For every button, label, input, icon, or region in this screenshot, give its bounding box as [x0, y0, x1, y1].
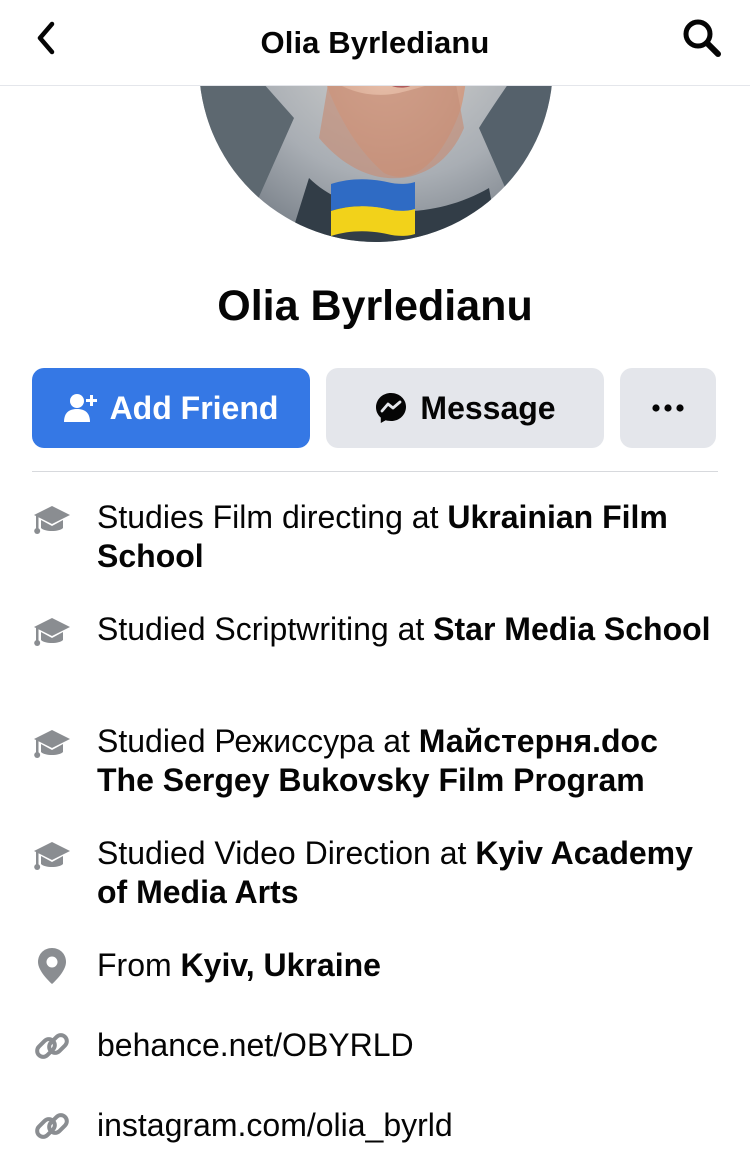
more-options-button[interactable] [620, 368, 716, 448]
hometown-prefix: From [97, 947, 181, 983]
chevron-left-icon [37, 21, 55, 55]
education-text: Studied Режиссура at Майстерня.doc The S… [97, 722, 717, 800]
message-button[interactable]: Message [326, 368, 604, 448]
link-icon [32, 1026, 72, 1066]
link-icon [32, 1106, 72, 1146]
add-person-icon [63, 392, 98, 424]
divider [32, 471, 718, 472]
graduation-cap-icon [32, 836, 72, 876]
education-prefix: Studied Режиссура at [97, 723, 419, 759]
page-title: Olia Byrledianu [260, 24, 490, 60]
profile-name: Olia Byrledianu [217, 282, 533, 330]
education-prefix: Studied Video Direction at [97, 835, 476, 871]
profile-actions: Add Friend Message [32, 368, 718, 448]
graduation-cap-icon [32, 724, 72, 764]
more-dots-icon [652, 404, 684, 412]
website-link[interactable]: behance.net/OBYRLD [97, 1026, 717, 1065]
search-icon [683, 19, 721, 57]
graduation-cap-icon [32, 612, 72, 652]
education-text: Studied Video Direction at Kyiv Academy … [97, 834, 717, 912]
messenger-icon [374, 391, 408, 425]
add-friend-button[interactable]: Add Friend [32, 368, 310, 448]
back-button[interactable] [30, 18, 64, 58]
education-text: Studied Scriptwriting at Star Media Scho… [97, 610, 717, 649]
education-prefix: Studies Film directing at [97, 499, 448, 535]
ukraine-flag [329, 176, 417, 240]
hometown-text: From Kyiv, Ukraine [97, 946, 717, 985]
hometown-link[interactable]: Kyiv, Ukraine [181, 947, 381, 983]
education-prefix: Studied Scriptwriting at [97, 611, 434, 647]
location-pin-icon [32, 946, 72, 986]
top-bar: Olia Byrledianu [0, 0, 750, 86]
add-friend-label: Add Friend [109, 389, 279, 426]
education-text: Studies Film directing at Ukrainian Film… [97, 498, 717, 576]
school-link[interactable]: Star Media School [433, 611, 710, 647]
graduation-cap-icon [32, 500, 72, 540]
message-label: Message [420, 389, 556, 426]
website-link[interactable]: instagram.com/olia_byrld [97, 1106, 717, 1145]
search-button[interactable] [680, 16, 724, 60]
